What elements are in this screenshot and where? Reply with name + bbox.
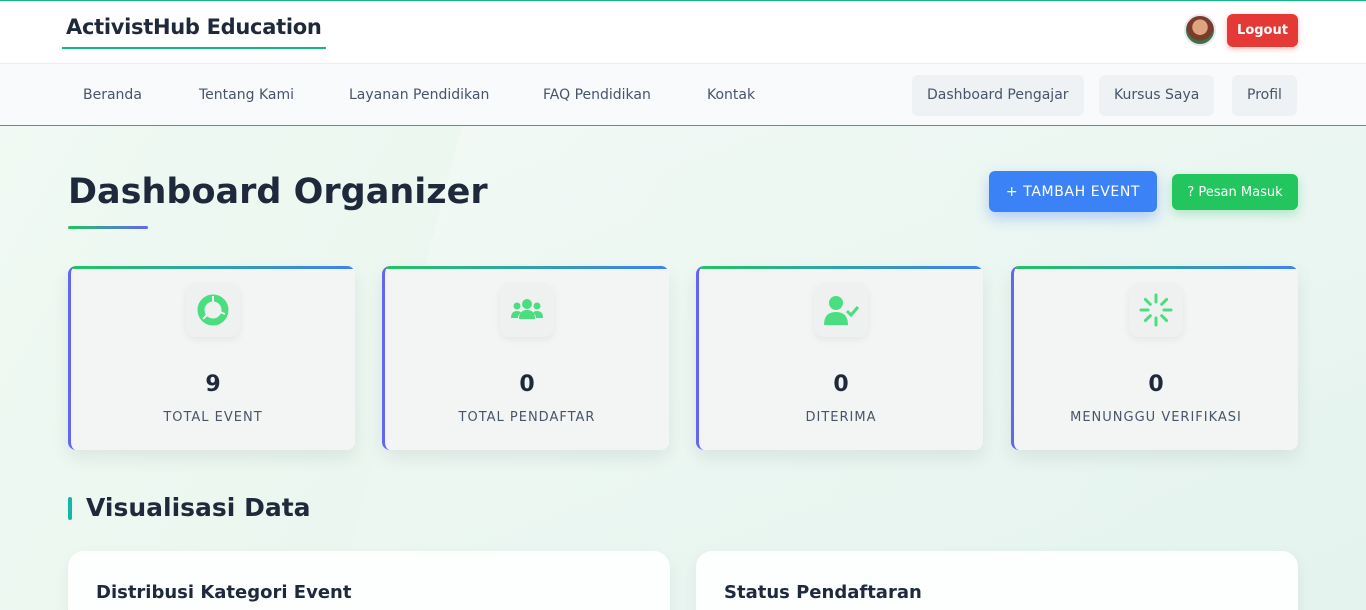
nav-item-beranda[interactable]: Beranda bbox=[83, 64, 142, 126]
stat-label: MENUNGGU VERIFIKASI bbox=[1070, 410, 1242, 425]
stat-value: 0 bbox=[1148, 372, 1164, 397]
stat-card-total-event: 9 TOTAL EVENT bbox=[68, 266, 355, 450]
messages-button[interactable]: ? Pesan Masuk bbox=[1172, 174, 1298, 210]
add-event-button[interactable]: + TAMBAH EVENT bbox=[989, 171, 1157, 212]
stat-value: 0 bbox=[519, 372, 535, 397]
title-underline bbox=[68, 226, 148, 229]
chart-pie-icon bbox=[186, 283, 240, 337]
panel-title: Distribusi Kategori Event bbox=[96, 582, 352, 603]
stat-card-menunggu-verifikasi: 0 MENUNGGU VERIFIKASI bbox=[1011, 266, 1298, 450]
brand-logo[interactable]: ActivistHub Education bbox=[62, 15, 326, 49]
section-accent-bar bbox=[68, 497, 72, 520]
nav-item-profil[interactable]: Profil bbox=[1232, 75, 1297, 116]
section-title: Visualisasi Data bbox=[86, 493, 311, 522]
users-icon bbox=[500, 283, 554, 337]
page-title: Dashboard Organizer bbox=[68, 172, 488, 212]
stat-label: TOTAL EVENT bbox=[163, 410, 263, 425]
stat-card-diterima: 0 DITERIMA bbox=[696, 266, 983, 450]
stat-card-total-pendaftar: 0 TOTAL PENDAFTAR bbox=[382, 266, 669, 450]
top-accent-line bbox=[0, 0, 1366, 1]
user-check-icon bbox=[814, 283, 868, 337]
stat-label: TOTAL PENDAFTAR bbox=[458, 410, 596, 425]
nav-item-tentang-kami[interactable]: Tentang Kami bbox=[199, 64, 294, 126]
top-header: ActivistHub Education Logout bbox=[0, 1, 1366, 63]
nav-item-kontak[interactable]: Kontak bbox=[707, 64, 755, 126]
stat-value: 0 bbox=[833, 372, 849, 397]
main-nav: Beranda Tentang Kami Layanan Pendidikan … bbox=[0, 63, 1366, 126]
stat-label: DITERIMA bbox=[805, 410, 877, 425]
spinner-icon bbox=[1129, 283, 1183, 337]
stat-value: 9 bbox=[205, 372, 221, 397]
panel-title: Status Pendaftaran bbox=[724, 582, 922, 603]
panel-distribusi-kategori: Distribusi Kategori Event bbox=[68, 551, 670, 610]
logout-button[interactable]: Logout bbox=[1227, 14, 1298, 47]
nav-item-dashboard-pengajar[interactable]: Dashboard Pengajar bbox=[912, 75, 1084, 116]
panel-status-pendaftaran: Status Pendaftaran bbox=[696, 551, 1298, 610]
nav-item-kursus-saya[interactable]: Kursus Saya bbox=[1099, 75, 1215, 116]
nav-item-faq-pendidikan[interactable]: FAQ Pendidikan bbox=[543, 64, 651, 126]
nav-item-layanan-pendidikan[interactable]: Layanan Pendidikan bbox=[349, 64, 489, 126]
avatar[interactable] bbox=[1184, 14, 1216, 46]
